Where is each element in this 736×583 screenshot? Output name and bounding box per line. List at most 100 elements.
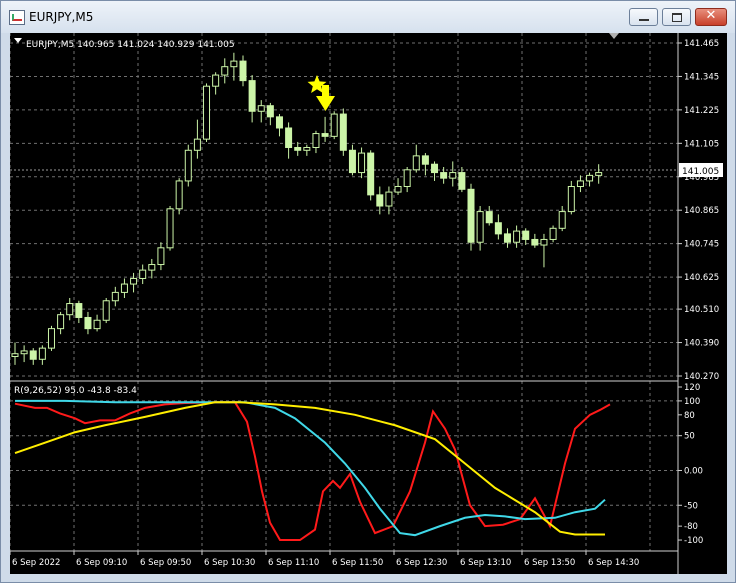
- candle-bull: [184, 149, 192, 182]
- current-price-label: 141.005: [682, 167, 719, 177]
- price-tick-label: 140.510: [684, 305, 719, 315]
- candle-bear: [29, 350, 37, 360]
- price-tick-label: 141.225: [684, 106, 719, 116]
- chart-area[interactable]: 141.465 141.345 141.225 141.105 140.985 140.8…: [9, 33, 727, 574]
- time-tick-label: 6 Sep 11:10: [268, 558, 319, 568]
- candle-bull: [358, 152, 366, 174]
- price-tick-label: 140.390: [684, 339, 719, 349]
- candle-bull: [11, 353, 19, 357]
- candle-bull: [221, 66, 229, 76]
- candle-bull: [212, 74, 220, 87]
- minimize-button[interactable]: [629, 8, 658, 26]
- indicator-tick-label: 0.00: [684, 466, 703, 476]
- indicator-label: R(9,26,52) 95.0 -43.8 -83.4: [14, 386, 137, 396]
- candle-bear: [531, 238, 539, 246]
- time-tick-label: 6 Sep 10:30: [204, 558, 255, 568]
- indicator-tick-label: 80: [684, 411, 695, 421]
- price-tick-label: 140.865: [684, 206, 719, 216]
- candle-bear: [339, 113, 347, 151]
- candle-bull: [576, 180, 584, 188]
- candle-bull: [394, 186, 402, 193]
- candle-bull: [175, 180, 183, 210]
- candle-bear: [275, 116, 283, 129]
- time-tick-label: 6 Sep 11:50: [332, 558, 383, 568]
- indicator-axis: 120 100 80 50 0.00 -50 -80 -100: [678, 383, 703, 546]
- candle-bear: [84, 316, 92, 330]
- price-tick-label: 141.345: [684, 72, 719, 82]
- candle-bull: [148, 264, 156, 271]
- candle-bear: [376, 194, 384, 207]
- price-tick-label: 140.745: [684, 240, 719, 250]
- candle-bear: [367, 152, 375, 196]
- price-tick-label: 140.270: [684, 372, 719, 382]
- candle-bull: [66, 303, 74, 316]
- chart-dropdown-icon[interactable]: [14, 38, 22, 43]
- candle-bull: [47, 328, 55, 349]
- price-tick-label: 141.105: [684, 139, 719, 149]
- candle-bear: [321, 133, 329, 137]
- candle-bear: [348, 149, 356, 174]
- candle-bull: [567, 186, 575, 213]
- candle-bear: [239, 60, 247, 82]
- candle-bull: [513, 230, 521, 243]
- candle-bear: [503, 233, 511, 243]
- window-title: EURJPY,M5: [29, 10, 94, 24]
- time-tick-label: 6 Sep 13:50: [524, 558, 575, 568]
- candle-bear: [467, 188, 475, 243]
- candle-bull: [193, 138, 201, 151]
- indicator-tick-label: -80: [684, 522, 698, 532]
- candle-bull: [20, 350, 28, 355]
- candle-bear: [75, 303, 83, 318]
- candle-bear: [440, 172, 448, 179]
- time-tick-label: 6 Sep 14:30: [588, 558, 639, 568]
- time-tick-label: 6 Sep 13:10: [460, 558, 511, 568]
- candle-bull: [102, 300, 110, 321]
- indicator-tick-label: 50: [684, 432, 695, 442]
- indicator-tick-label: 100: [684, 397, 700, 407]
- candle-bull: [558, 211, 566, 229]
- indicator-tick-label: -100: [684, 536, 703, 546]
- candle-bull: [586, 174, 594, 182]
- candle-bull: [330, 113, 338, 137]
- candle-bull: [57, 314, 65, 330]
- candle-bull: [312, 133, 320, 148]
- candle-bear: [266, 105, 274, 118]
- sell-signal: [307, 75, 335, 111]
- candle-bull: [403, 169, 411, 188]
- candle-bear: [431, 163, 439, 174]
- time-tick-label: 6 Sep 12:30: [396, 558, 447, 568]
- shift-marker-icon[interactable]: [609, 33, 619, 39]
- candle-bull: [166, 208, 174, 249]
- candle-bull: [111, 291, 119, 302]
- time-axis: 6 Sep 2022 6 Sep 09:10 6 Sep 09:50 6 Sep 10…: [9, 551, 639, 568]
- chart-svg[interactable]: 141.465141.345141.225141.105140.985140.8…: [9, 33, 727, 574]
- chart-window-icon: [9, 10, 25, 25]
- maximize-button[interactable]: [662, 8, 691, 26]
- candle-bull: [139, 269, 147, 279]
- candle-bull: [595, 172, 603, 176]
- candle-bear: [458, 172, 466, 190]
- candle-bull: [540, 238, 548, 246]
- candle-bull: [38, 347, 46, 360]
- candle-bull: [549, 227, 557, 240]
- price-tick-label: 140.625: [684, 273, 719, 283]
- candle-bear: [494, 222, 502, 235]
- candle-bull: [93, 319, 101, 330]
- candle-bull: [412, 155, 420, 171]
- candle-bear: [294, 146, 302, 151]
- chart-window: EURJPY,M5 ✕ 141.465 141.345 141.225 141.105…: [0, 0, 736, 583]
- candle-bull: [230, 60, 238, 68]
- price-tick-label: 141.465: [684, 39, 719, 49]
- candle-bull: [130, 277, 138, 285]
- candle-bull: [120, 283, 128, 293]
- time-tick-label: 6 Sep 09:50: [140, 558, 191, 568]
- candle-bull: [385, 191, 393, 207]
- close-button[interactable]: ✕: [695, 8, 727, 26]
- candle-bull: [203, 85, 211, 140]
- window-titlebar[interactable]: EURJPY,M5 ✕: [1, 1, 735, 33]
- symbol-info: EURJPY,M5 140.965 141.024 140.929 141.00…: [26, 40, 235, 50]
- candle-bull: [157, 247, 165, 266]
- candle-bull: [449, 172, 457, 179]
- close-icon: ✕: [705, 8, 717, 23]
- indicator-line-3: [14, 401, 605, 536]
